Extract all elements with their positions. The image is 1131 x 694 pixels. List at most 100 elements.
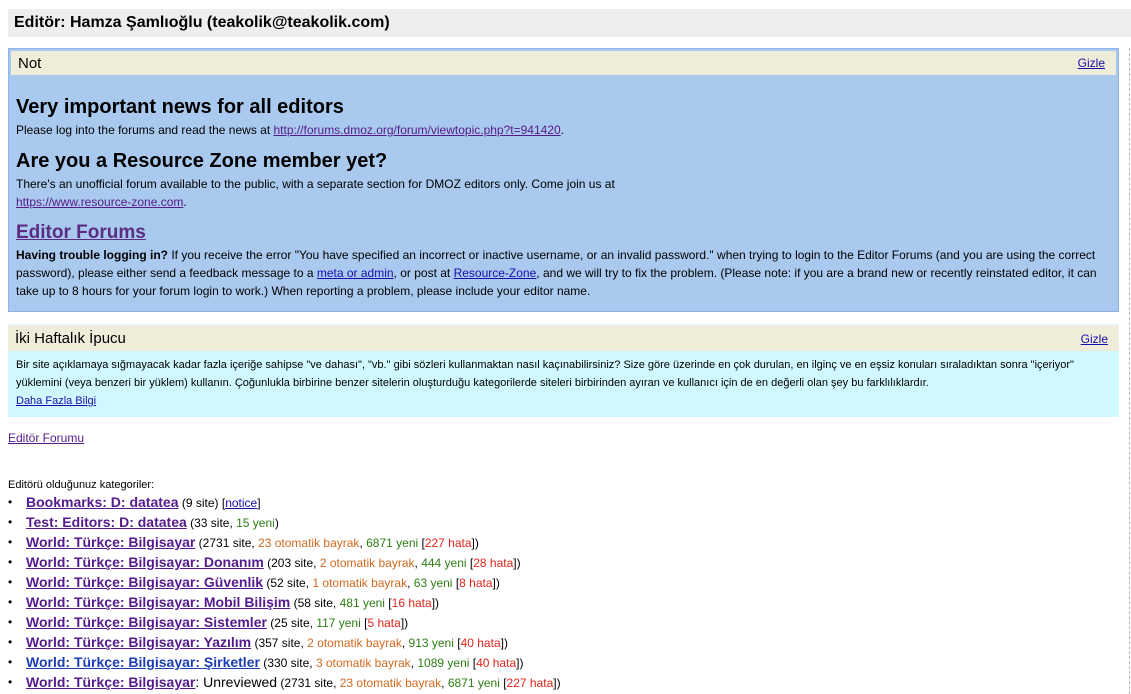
- errors-link[interactable]: 40 hata: [476, 656, 516, 670]
- news-end: .: [560, 123, 564, 137]
- category-stats-end: ]): [400, 616, 409, 630]
- new-sites-link[interactable]: 6871 yeni: [366, 536, 418, 550]
- list-item: Test: Editors: D: datatea (33 site, 15 y…: [8, 513, 561, 533]
- separator: [: [384, 596, 392, 610]
- trouble-text-2: , or post at: [393, 266, 454, 280]
- trouble-paragraph: Having trouble logging in? If you receiv…: [16, 246, 1111, 300]
- tip-hide-link[interactable]: Gizle: [1081, 332, 1108, 346]
- auto-flags-link[interactable]: 3 otomatik bayrak: [316, 656, 411, 670]
- errors-link[interactable]: 8 hata: [459, 576, 492, 590]
- separator: [: [453, 636, 461, 650]
- list-item: World: Türkçe: Bilgisayar (2731 site, 23…: [8, 533, 561, 553]
- auto-flags-link[interactable]: 2 otomatik bayrak: [320, 556, 415, 570]
- category-stats: (52 site,: [263, 576, 313, 590]
- category-stats-end: ]: [257, 496, 261, 510]
- new-sites-link[interactable]: 15 yeni: [236, 516, 275, 530]
- category-link[interactable]: World: Türkçe: Bilgisayar: Mobil Bilişim: [26, 594, 290, 610]
- new-sites-link[interactable]: 481 yeni: [340, 596, 385, 610]
- new-sites-link[interactable]: 117 yeni: [316, 616, 360, 630]
- tip-label: İki Haftalık İpucu: [15, 330, 126, 347]
- categories-list: Bookmarks: D: datatea (9 site) [notice] …: [0, 493, 561, 693]
- tip-more-link[interactable]: Daha Fazla Bilgi: [16, 395, 96, 407]
- meta-admin-link[interactable]: meta or admin: [317, 266, 394, 280]
- editor-forums-link[interactable]: Editor Forums: [16, 222, 146, 243]
- new-sites-link[interactable]: 63 yeni: [414, 576, 453, 590]
- category-stats: (203 site,: [263, 556, 320, 570]
- list-item: World: Türkçe: Bilgisayar: Mobil Bilişim…: [8, 593, 561, 613]
- note-panel: Not Gizle Very important news for all ed…: [8, 48, 1119, 312]
- separator: [: [499, 676, 507, 690]
- auto-flags-link[interactable]: 2 otomatik bayrak: [307, 636, 402, 650]
- list-item: World: Türkçe: Bilgisayar: Unreviewed (2…: [8, 673, 561, 693]
- resource-zone-post-link[interactable]: Resource-Zone: [454, 266, 537, 280]
- editor-forum-container: Editör Forumu: [8, 431, 84, 445]
- auto-flags-link[interactable]: 1 otomatik bayrak: [312, 576, 407, 590]
- rz-heading: Are you a Resource Zone member yet?: [16, 150, 388, 172]
- news-heading: Very important news for all editors: [16, 96, 344, 118]
- separator: ,: [401, 636, 409, 650]
- errors-link[interactable]: 28 hata: [473, 556, 513, 570]
- errors-link[interactable]: 40 hata: [461, 636, 501, 650]
- category-stats: (9 site) [: [178, 496, 226, 510]
- categories-heading: Editörü olduğunuz kategoriler:: [8, 479, 155, 491]
- note-title-row: Not Gizle: [11, 51, 1116, 75]
- category-link[interactable]: World: Türkçe: Bilgisayar: Şirketler: [26, 654, 260, 670]
- category-link[interactable]: World: Türkçe: Bilgisayar: [26, 534, 195, 550]
- errors-link[interactable]: 5 hata: [367, 616, 400, 630]
- new-sites-link[interactable]: 913 yeni: [409, 636, 454, 650]
- news-text: Please log into the forums and read the …: [16, 123, 274, 137]
- category-stats: (357 site,: [251, 636, 308, 650]
- category-stats-end: ]): [471, 536, 479, 550]
- category-stats: (2731 site,: [277, 676, 340, 690]
- category-stats-end: ]): [492, 576, 500, 590]
- unreviewed-label: : Unreviewed: [195, 674, 278, 690]
- category-link[interactable]: World: Türkçe: Bilgisayar: Yazılım: [26, 634, 251, 650]
- tip-content: Bir site açıklamaya sığmayacak kadar faz…: [8, 351, 1119, 415]
- note-content: Very important news for all editors Plea…: [9, 95, 1118, 300]
- list-item: Bookmarks: D: datatea (9 site) [notice]: [8, 493, 561, 513]
- separator: ,: [441, 676, 448, 690]
- tip-title-row: İki Haftalık İpucu Gizle: [8, 324, 1119, 351]
- list-item: World: Türkçe: Bilgisayar: Donanım (203 …: [8, 553, 561, 573]
- list-item: World: Türkçe: Bilgisayar: Sistemler (25…: [8, 613, 561, 633]
- separator: ,: [407, 576, 414, 590]
- category-stats: (33 site,: [186, 516, 237, 530]
- new-sites-link[interactable]: 1089 yeni: [417, 656, 469, 670]
- category-link[interactable]: Test: Editors: D: datatea: [26, 514, 187, 530]
- errors-link[interactable]: 227 hata: [507, 676, 554, 690]
- category-link[interactable]: World: Türkçe: Bilgisayar: Donanım: [26, 554, 264, 570]
- category-stats: (58 site,: [290, 596, 340, 610]
- category-link[interactable]: World: Türkçe: Bilgisayar: Sistemler: [26, 614, 267, 630]
- note-label: Not: [18, 54, 42, 72]
- category-stats: (25 site,: [266, 616, 317, 630]
- rz-paragraph: There's an unofficial forum available to…: [16, 175, 1111, 211]
- category-stats-end: ]): [513, 556, 521, 570]
- category-stats-end: ]): [431, 596, 440, 610]
- category-stats-end: ]): [516, 656, 524, 670]
- rz-end: .: [183, 195, 187, 209]
- news-forum-link[interactable]: http://forums.dmoz.org/forum/viewtopic.p…: [274, 123, 561, 137]
- category-link[interactable]: Bookmarks: D: datatea: [26, 494, 179, 510]
- errors-link[interactable]: 16 hata: [392, 596, 432, 610]
- rz-link[interactable]: https://www.resource-zone.com: [16, 195, 183, 209]
- new-sites-link[interactable]: 444 yeni: [421, 556, 466, 570]
- category-stats-end: ]): [500, 636, 508, 650]
- list-item: World: Türkçe: Bilgisayar: Güvenlik (52 …: [8, 573, 561, 593]
- right-divider: [1129, 48, 1130, 694]
- separator: [: [418, 536, 425, 550]
- new-sites-link[interactable]: 6871 yeni: [448, 676, 500, 690]
- errors-link[interactable]: 227 hata: [425, 536, 472, 550]
- category-link[interactable]: World: Türkçe: Bilgisayar: Güvenlik: [26, 574, 263, 590]
- list-item: World: Türkçe: Bilgisayar: Şirketler (33…: [8, 653, 561, 673]
- trouble-bold: Having trouble logging in?: [16, 248, 168, 262]
- notice-link[interactable]: notice: [225, 496, 257, 510]
- auto-flags-link[interactable]: 23 otomatik bayrak: [258, 536, 359, 550]
- news-paragraph: Please log into the forums and read the …: [16, 121, 1111, 139]
- category-stats-end: ): [274, 516, 279, 530]
- list-item: World: Türkçe: Bilgisayar: Yazılım (357 …: [8, 633, 561, 653]
- auto-flags-link[interactable]: 23 otomatik bayrak: [340, 676, 441, 690]
- page-title: Editör: Hamza Şamlıoğlu (teakolik@teakol…: [8, 9, 1131, 37]
- editor-forum-link[interactable]: Editör Forumu: [8, 431, 84, 445]
- category-link[interactable]: World: Türkçe: Bilgisayar: [26, 674, 195, 690]
- note-hide-link[interactable]: Gizle: [1078, 56, 1105, 70]
